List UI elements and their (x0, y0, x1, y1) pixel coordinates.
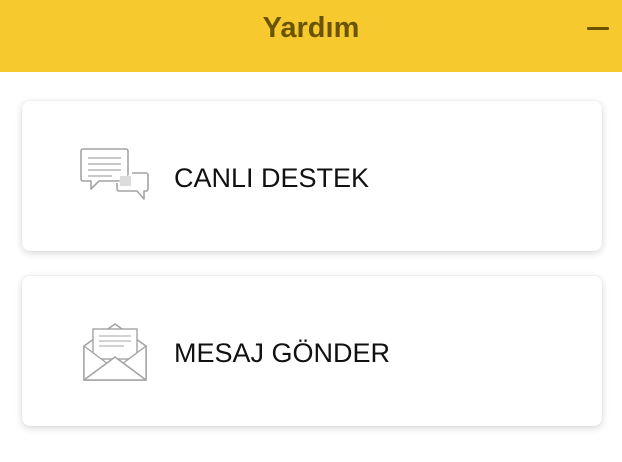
live-support-option[interactable]: CANLI DESTEK (22, 101, 602, 251)
send-message-label: MESAJ GÖNDER (174, 338, 391, 368)
header-title: Yardım (262, 12, 360, 44)
envelope-icon (83, 323, 147, 381)
help-header: Yardım (0, 0, 622, 72)
chat-bubbles-icon (80, 148, 149, 200)
send-message-option[interactable]: MESAJ GÖNDER (22, 276, 602, 426)
minimize-button[interactable] (584, 14, 614, 44)
live-support-label: CANLI DESTEK (174, 163, 370, 193)
minus-icon (587, 27, 609, 30)
